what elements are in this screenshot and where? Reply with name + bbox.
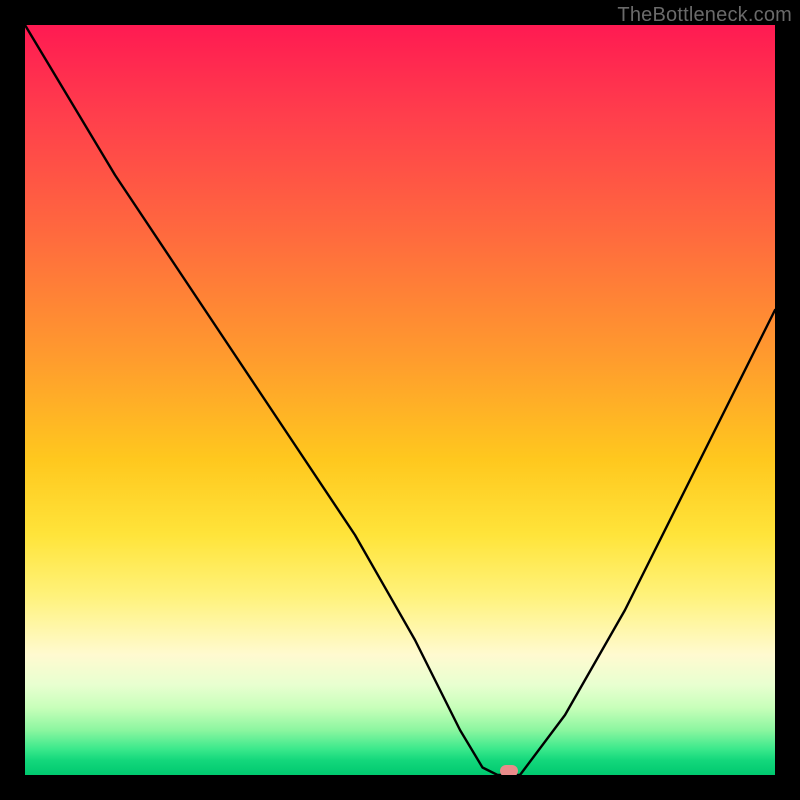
optimal-marker — [500, 765, 518, 775]
bottleneck-curve — [25, 25, 775, 775]
plot-area — [25, 25, 775, 775]
curve-path — [25, 25, 775, 775]
chart-stage: TheBottleneck.com — [0, 0, 800, 800]
watermark-text: TheBottleneck.com — [617, 4, 792, 27]
